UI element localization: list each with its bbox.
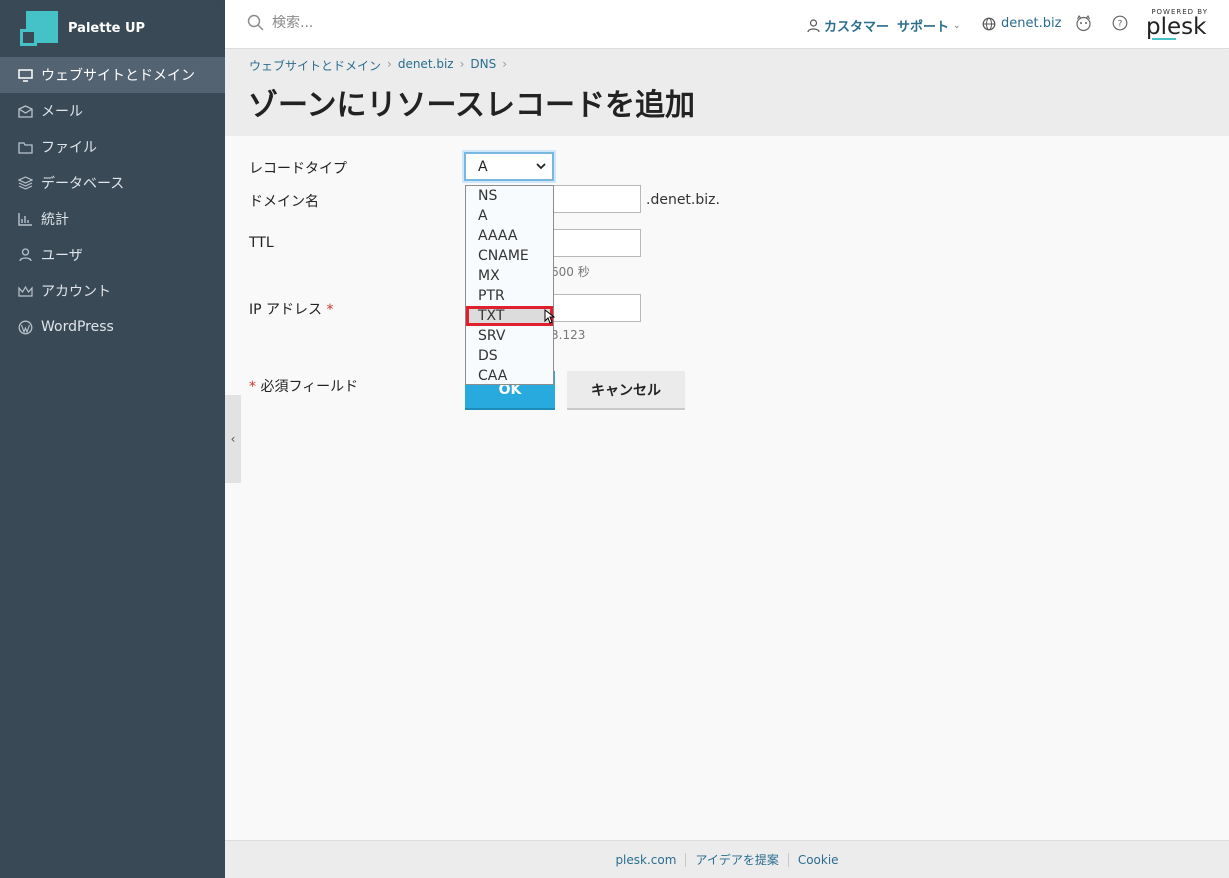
domain-name-input[interactable] xyxy=(550,185,641,213)
help-icon: ? xyxy=(1112,15,1128,31)
sidebar-item-statistics[interactable]: 統計 xyxy=(0,201,225,237)
sidebar-item-users[interactable]: ユーザ xyxy=(0,237,225,273)
support-menu[interactable]: サポート ⌄ xyxy=(897,16,961,35)
ip-address-label: IP アドレス * xyxy=(249,302,334,318)
top-header: カスタマー サポート ⌄ denet.biz ? POWERED BY ples… xyxy=(225,0,1229,49)
sidebar-item-label: アカウント xyxy=(41,284,111,300)
option-a[interactable]: A xyxy=(466,206,553,226)
mail-icon xyxy=(17,103,33,119)
chart-icon xyxy=(17,211,33,227)
monitor-icon xyxy=(17,67,33,83)
page-title: ゾーンにリソースレコードを追加 xyxy=(248,88,695,123)
option-ds[interactable]: DS xyxy=(466,346,553,366)
breadcrumb-domain[interactable]: denet.biz xyxy=(398,57,454,74)
option-ptr[interactable]: PTR xyxy=(466,286,553,306)
plesk-logo: POWERED BY plesk xyxy=(1146,8,1208,40)
palette-logo-icon xyxy=(18,9,58,49)
help-button[interactable]: ? xyxy=(1112,15,1128,31)
record-type-select[interactable]: A xyxy=(464,152,554,181)
crown-icon xyxy=(17,283,33,299)
extensions-button[interactable] xyxy=(1075,15,1092,32)
dog-icon xyxy=(1076,15,1091,32)
folder-icon xyxy=(17,139,33,155)
sidebar-item-mail[interactable]: メール xyxy=(0,93,225,129)
sidebar-item-databases[interactable]: データベース xyxy=(0,165,225,201)
chevron-down-icon: ⌄ xyxy=(953,20,961,31)
option-srv[interactable]: SRV xyxy=(466,326,553,346)
footer: plesk.com アイデアを提案 Cookie xyxy=(225,840,1229,878)
search-input[interactable] xyxy=(272,14,472,31)
cancel-button[interactable]: キャンセル xyxy=(567,371,685,410)
required-note: * 必須フィールド xyxy=(249,379,359,395)
sidebar-item-label: 統計 xyxy=(41,212,69,228)
chevron-left-icon: ‹ xyxy=(230,432,236,446)
option-cname[interactable]: CNAME xyxy=(466,246,553,266)
breadcrumb: ウェブサイトとドメイン › denet.biz › DNS › xyxy=(249,57,508,74)
brand-name: Palette UP xyxy=(68,21,146,36)
sidebar-item-label: データベース xyxy=(41,176,125,192)
sidebar-item-label: ウェブサイトとドメイン xyxy=(41,68,195,84)
customer-label: カスタマー xyxy=(824,20,890,35)
option-txt-highlighted[interactable]: TXT xyxy=(466,306,555,326)
user-icon xyxy=(17,247,33,263)
option-mx[interactable]: MX xyxy=(466,266,553,286)
option-caa[interactable]: CAA xyxy=(466,366,553,386)
breadcrumb-websites[interactable]: ウェブサイトとドメイン xyxy=(249,57,381,74)
support-label: サポート xyxy=(897,20,950,35)
sidebar-item-label: WordPress xyxy=(41,319,114,335)
sidebar-collapse-button[interactable]: ‹ xyxy=(225,395,241,483)
domain-suffix: .denet.biz. xyxy=(646,192,720,208)
customer-menu[interactable]: カスタマー xyxy=(807,16,889,35)
database-icon xyxy=(17,175,33,191)
search-icon xyxy=(247,14,264,31)
ttl-label: TTL xyxy=(249,235,274,251)
brand-logo[interactable]: Palette UP xyxy=(0,0,225,57)
option-aaaa[interactable]: AAAA xyxy=(466,226,553,246)
sidebar-item-label: ファイル xyxy=(41,140,97,156)
sidebar: Palette UP ウェブサイトとドメイン メール ファイル データベース 統… xyxy=(0,0,225,878)
user-icon xyxy=(807,18,820,32)
option-ns[interactable]: NS xyxy=(466,186,553,206)
record-type-value: A xyxy=(478,158,488,175)
sidebar-item-files[interactable]: ファイル xyxy=(0,129,225,165)
sidebar-item-wordpress[interactable]: WordPress xyxy=(0,309,225,345)
record-type-dropdown: NS A AAAA CNAME MX PTR TXT SRV DS CAA xyxy=(465,185,555,386)
footer-link-plesk[interactable]: plesk.com xyxy=(615,853,676,867)
sidebar-item-websites[interactable]: ウェブサイトとドメイン xyxy=(0,57,225,93)
domain-label: denet.biz xyxy=(1001,16,1062,31)
title-band: ウェブサイトとドメイン › denet.biz › DNS › ゾーンにリソースレコー… xyxy=(225,50,1229,136)
plesk-wordmark: plesk xyxy=(1146,14,1207,40)
sidebar-item-label: ユーザ xyxy=(41,248,83,264)
ttl-hint: 600 秒 xyxy=(551,265,590,279)
footer-link-cookie[interactable]: Cookie xyxy=(798,853,839,867)
footer-link-idea[interactable]: アイデアを提案 xyxy=(695,851,778,868)
breadcrumb-dns[interactable]: DNS xyxy=(470,57,496,74)
ip-hint: 3.123 xyxy=(551,328,586,342)
search-box xyxy=(247,14,472,31)
domain-name-label: ドメイン名 xyxy=(249,194,319,210)
sidebar-item-account[interactable]: アカウント xyxy=(0,273,225,309)
globe-icon xyxy=(982,17,996,30)
ip-address-input[interactable] xyxy=(550,294,641,322)
mouse-cursor-icon xyxy=(544,309,555,324)
ttl-input[interactable] xyxy=(550,229,641,257)
svg-text:?: ? xyxy=(1118,20,1123,30)
wordpress-icon xyxy=(17,319,33,335)
chevron-down-icon xyxy=(536,163,546,170)
record-type-label: レコードタイプ xyxy=(249,161,347,177)
domain-link[interactable]: denet.biz xyxy=(982,16,1061,31)
sidebar-item-label: メール xyxy=(41,104,83,120)
